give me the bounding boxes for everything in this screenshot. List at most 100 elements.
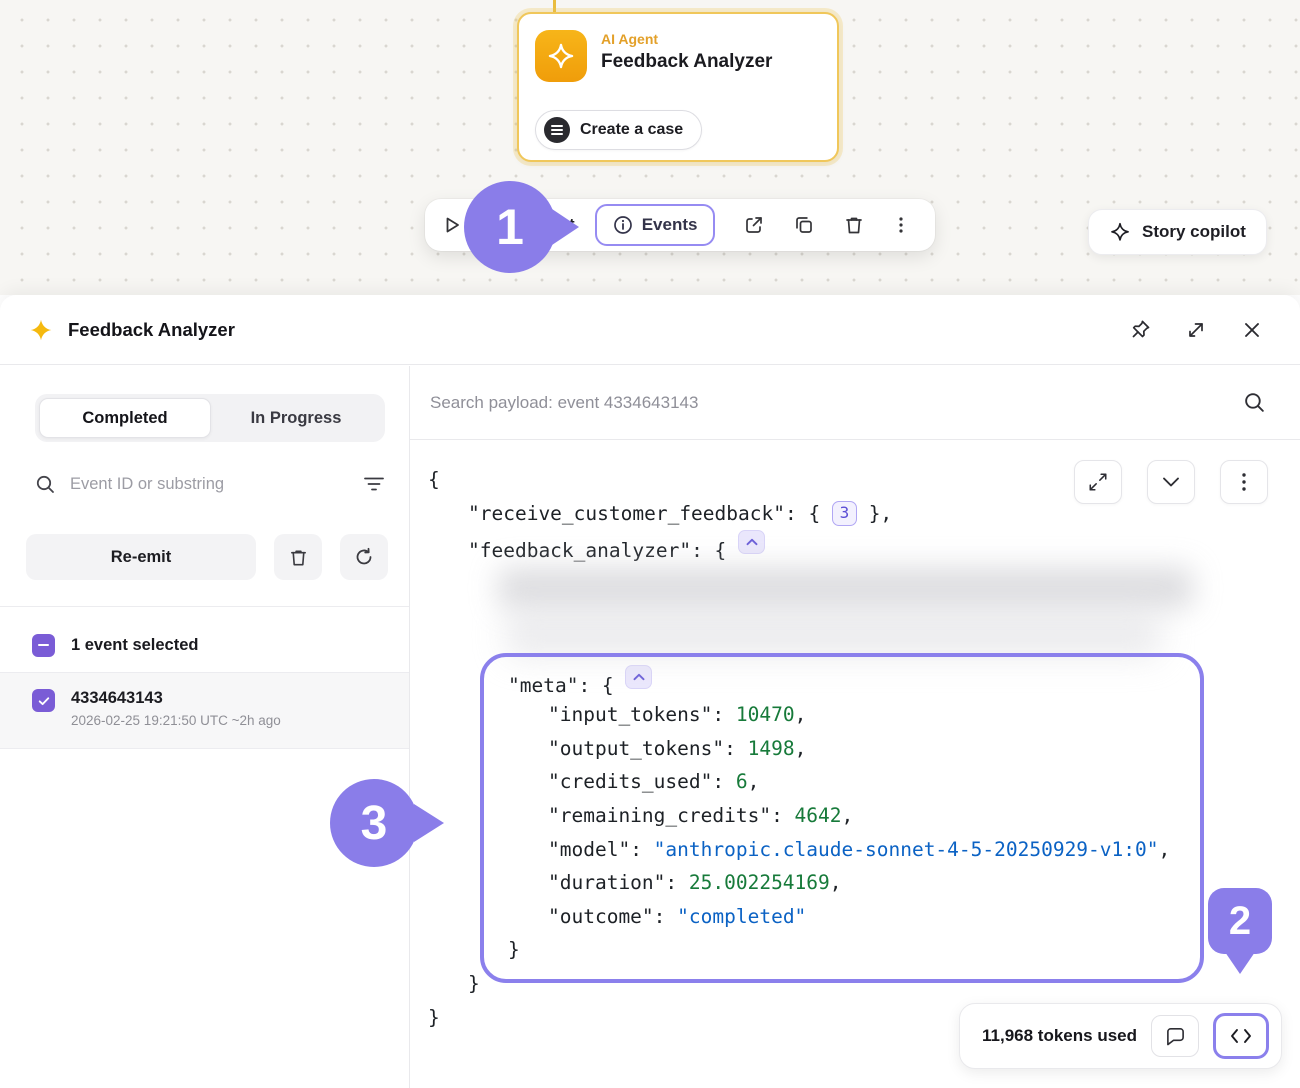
code-line: "outcome": "completed" [428,900,1300,934]
code-token: "completed" [677,905,806,928]
annotation-number: 3 [361,796,388,851]
code-token: "model" [548,838,630,861]
annotation-number: 2 [1229,899,1251,944]
tab-completed[interactable]: Completed [39,398,211,438]
code-token: , [795,737,807,760]
code-token: "outcome" [548,905,654,928]
workflow-canvas: AI Agent Feedback Analyzer Create a case… [0,0,1300,295]
code-token: "input_tokens" [548,703,712,726]
code-token: "remaining_credits" [548,804,771,827]
create-case-label: Create a case [580,121,683,139]
refresh-button[interactable] [340,534,388,580]
code-line: "duration": 25.002254169, [428,866,1300,900]
pin-icon[interactable] [1120,310,1160,350]
event-search-row [35,462,385,506]
code-token: , [748,770,760,793]
code-token: : { [578,674,625,697]
code-token: "receive_customer_feedback" [468,502,785,525]
expand-panel-icon[interactable] [1176,310,1216,350]
payload-search-bar [410,366,1300,440]
code-token: , [842,804,854,827]
code-line: "remaining_credits": 4642, [428,799,1300,833]
export-icon[interactable] [743,214,765,236]
play-button[interactable] [441,214,463,236]
code-line: "output_tokens": 1498, [428,732,1300,766]
code-line: "feedback_analyzer": { [428,530,1300,564]
create-case-chip[interactable]: Create a case [535,110,702,150]
copy-icon[interactable] [793,214,815,236]
collapsed-count-badge[interactable]: 3 [832,501,857,526]
event-actions-row: Re-emit [26,534,388,580]
code-token: 25.002254169 [689,871,830,894]
blurred-content [498,567,1193,609]
code-token: } [508,938,520,961]
collapse-chevron-icon[interactable] [738,530,765,554]
event-id: 4334643143 [71,689,281,708]
panel-sparkle-icon [28,317,54,343]
code-view-controls [1074,460,1268,504]
filter-icon[interactable] [363,475,385,493]
panel-title: Feedback Analyzer [68,319,235,341]
events-button[interactable]: Events [595,204,716,246]
comment-icon[interactable] [1151,1015,1199,1057]
code-token: : [654,905,677,928]
code-line: } [428,933,1300,967]
code-token: "anthropic.claude-sonnet-4-5-20250929-v1… [654,838,1159,861]
info-icon [613,215,633,235]
code-token: , [830,871,842,894]
code-token: "credits_used" [548,770,712,793]
code-token: "duration" [548,871,665,894]
code-token: }, [857,502,892,525]
code-kebab-menu-icon[interactable] [1220,460,1268,504]
kebab-menu-icon[interactable] [891,214,911,236]
code-line: "meta": { [428,665,1300,699]
ai-agent-node-card[interactable]: AI Agent Feedback Analyzer Create a case [517,12,839,162]
story-copilot-label: Story copilot [1142,222,1246,242]
trash-icon[interactable] [843,214,865,236]
node-type-label: AI Agent [601,31,772,47]
event-search-input[interactable] [70,475,349,494]
code-token: { [428,468,440,491]
story-copilot-button[interactable]: Story copilot [1088,209,1267,255]
fullscreen-icon[interactable] [1074,460,1122,504]
code-line: "credits_used": 6, [428,765,1300,799]
annotation-number: 1 [496,198,524,256]
code-token: "output_tokens" [548,737,724,760]
close-icon[interactable] [1232,310,1272,350]
events-label: Events [642,215,698,235]
event-checkbox[interactable] [32,689,55,712]
code-line: "model": "anthropic.claude-sonnet-4-5-20… [428,833,1300,867]
delete-event-button[interactable] [274,534,322,580]
json-payload: {"receive_customer_feedback": { 3 },"fee… [410,441,1300,1088]
code-token: : [771,804,794,827]
code-token: } [468,972,480,995]
panel-header: Feedback Analyzer [0,295,1300,365]
payload-search-icon[interactable] [1243,391,1266,414]
events-panel: Feedback Analyzer Completed In Progress [0,295,1300,1088]
payload-search-input[interactable] [430,393,1243,413]
select-all-checkbox[interactable] [32,634,55,657]
code-token: : { [785,502,832,525]
chevron-down-icon[interactable] [1147,460,1195,504]
app: AI Agent Feedback Analyzer Create a case… [0,0,1300,1088]
sparkle-icon [1109,221,1131,243]
selection-count-label: 1 event selected [71,636,199,655]
ai-agent-sparkle-icon [535,30,587,82]
code-token: : [724,737,747,760]
case-icon [544,117,570,143]
search-icon [35,474,56,495]
tab-in-progress[interactable]: In Progress [211,398,381,438]
sidebar-divider [0,606,409,607]
code-token: : [712,703,735,726]
event-list-item[interactable]: 4334643143 2026-02-25 19:21:50 UTC ~2h a… [0,672,409,749]
code-line: } [428,967,1300,1001]
code-token: 6 [736,770,748,793]
code-token: : [630,838,653,861]
code-view-toggle-button[interactable] [1213,1013,1269,1059]
re-emit-button[interactable]: Re-emit [26,534,256,580]
annotation-step-1: 1 [464,181,556,273]
code-token: 1498 [748,737,795,760]
code-token: : { [691,539,738,562]
collapse-chevron-icon[interactable] [625,665,652,689]
code-token: : [712,770,735,793]
